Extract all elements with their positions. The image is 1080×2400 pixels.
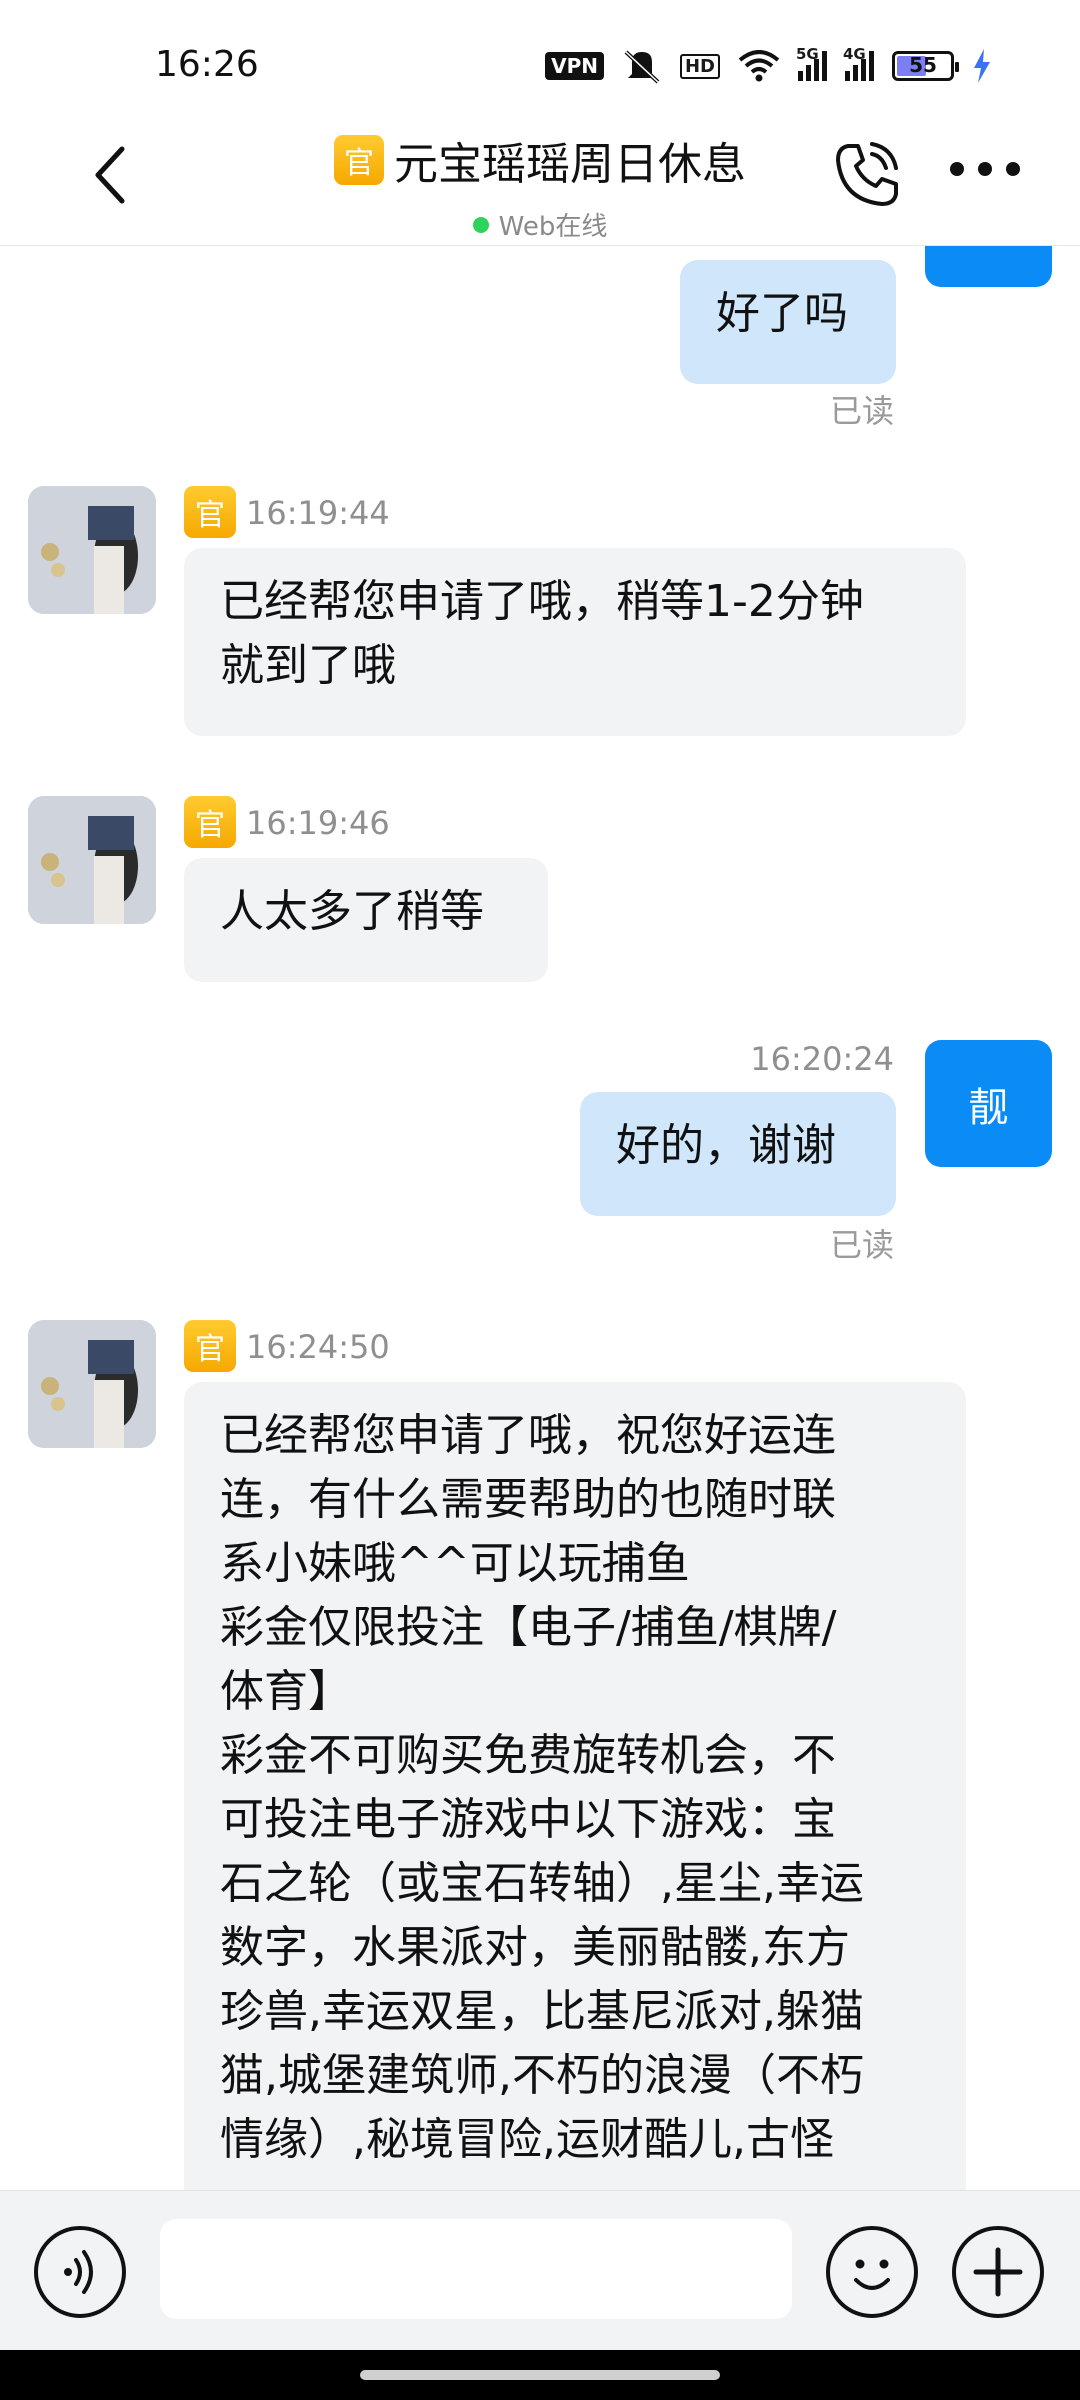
contact-avatar[interactable] (28, 486, 156, 614)
chat-messages[interactable]: 靓 好了吗 已读 官 16:19:44 已经帮您申请了哦，稍等1-2分钟 就到了… (0, 246, 1080, 2190)
contact-avatar-photo (28, 1320, 156, 1448)
message-bubble-theirs[interactable]: 已经帮您申请了哦，祝您好运连 连，有什么需要帮助的也随时联 系小妹哦^^可以玩捕… (184, 1382, 966, 2190)
message-bubble-mine[interactable]: 好的，谢谢 (580, 1092, 896, 1216)
status-time: 16:26 (155, 44, 259, 85)
contact-avatar[interactable] (28, 1320, 156, 1448)
message-time: 16:20:24 (750, 1040, 894, 1078)
contact-avatar[interactable] (28, 796, 156, 924)
official-badge: 官 (184, 796, 236, 848)
voice-input-icon[interactable] (34, 2226, 126, 2318)
message-input-bar (0, 2190, 1080, 2350)
contact-avatar-photo (28, 486, 156, 614)
message-time: 16:24:50 (246, 1328, 390, 1366)
system-nav-bar (0, 2350, 1080, 2400)
message-bubble-theirs[interactable]: 已经帮您申请了哦，稍等1-2分钟 就到了哦 (184, 548, 966, 736)
online-dot-icon (472, 216, 489, 233)
add-attachment-icon[interactable] (952, 2226, 1044, 2318)
contact-avatar-photo (28, 796, 156, 924)
title-row[interactable]: 官 元宝瑶瑶周日休息 (0, 128, 1080, 192)
my-avatar[interactable]: 靓 (925, 246, 1052, 287)
phone-call-icon[interactable] (832, 140, 902, 210)
online-status: Web在线 (0, 206, 1080, 243)
battery-icon: 55 (892, 51, 959, 81)
chat-title: 元宝瑶瑶周日休息 (394, 139, 746, 190)
official-badge: 官 (334, 135, 384, 185)
my-avatar[interactable]: 靓 (925, 1040, 1052, 1167)
chat-header: 官 元宝瑶瑶周日休息 Web在线 (0, 110, 1080, 246)
home-indicator[interactable] (360, 2370, 720, 2380)
online-status-label: Web在线 (498, 212, 608, 242)
signal-5g-icon: 5G (796, 45, 827, 81)
status-icons: VPN HD 5G 4G 55 (545, 45, 992, 84)
official-badge: 官 (184, 1320, 236, 1372)
emoji-icon[interactable] (826, 2226, 918, 2318)
signal-4g-icon: 4G (843, 45, 874, 81)
vpn-icon: VPN (545, 52, 604, 80)
message-time: 16:19:46 (246, 804, 390, 842)
more-options-icon[interactable] (950, 162, 1020, 176)
charging-icon (974, 49, 990, 83)
read-receipt: 已读 (829, 392, 894, 430)
hd-icon: HD (679, 53, 720, 79)
wifi-icon (738, 50, 780, 82)
status-bar: 16:26 VPN HD 5G 4G 55 (0, 0, 1080, 110)
message-bubble-theirs[interactable]: 人太多了稍等 (184, 858, 548, 982)
official-badge: 官 (184, 486, 236, 538)
mute-icon (624, 50, 660, 84)
message-bubble-mine[interactable]: 好了吗 (680, 260, 896, 384)
read-receipt: 已读 (829, 1226, 894, 1264)
message-input[interactable] (160, 2219, 792, 2319)
message-time: 16:19:44 (246, 494, 390, 532)
